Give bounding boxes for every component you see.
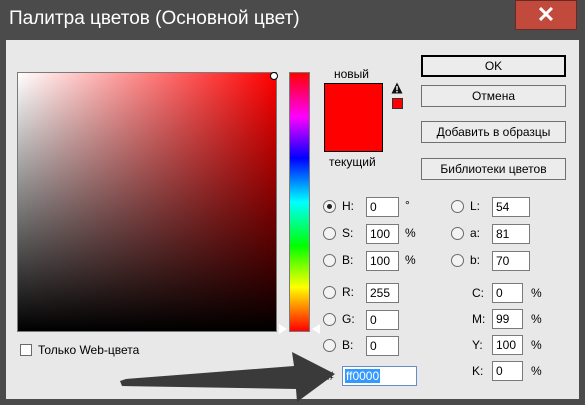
color-picker-dialog: Палитра цветов (Основной цвет) ✕ новый т… [0, 0, 585, 405]
annotation-arrow-icon [120, 352, 335, 402]
